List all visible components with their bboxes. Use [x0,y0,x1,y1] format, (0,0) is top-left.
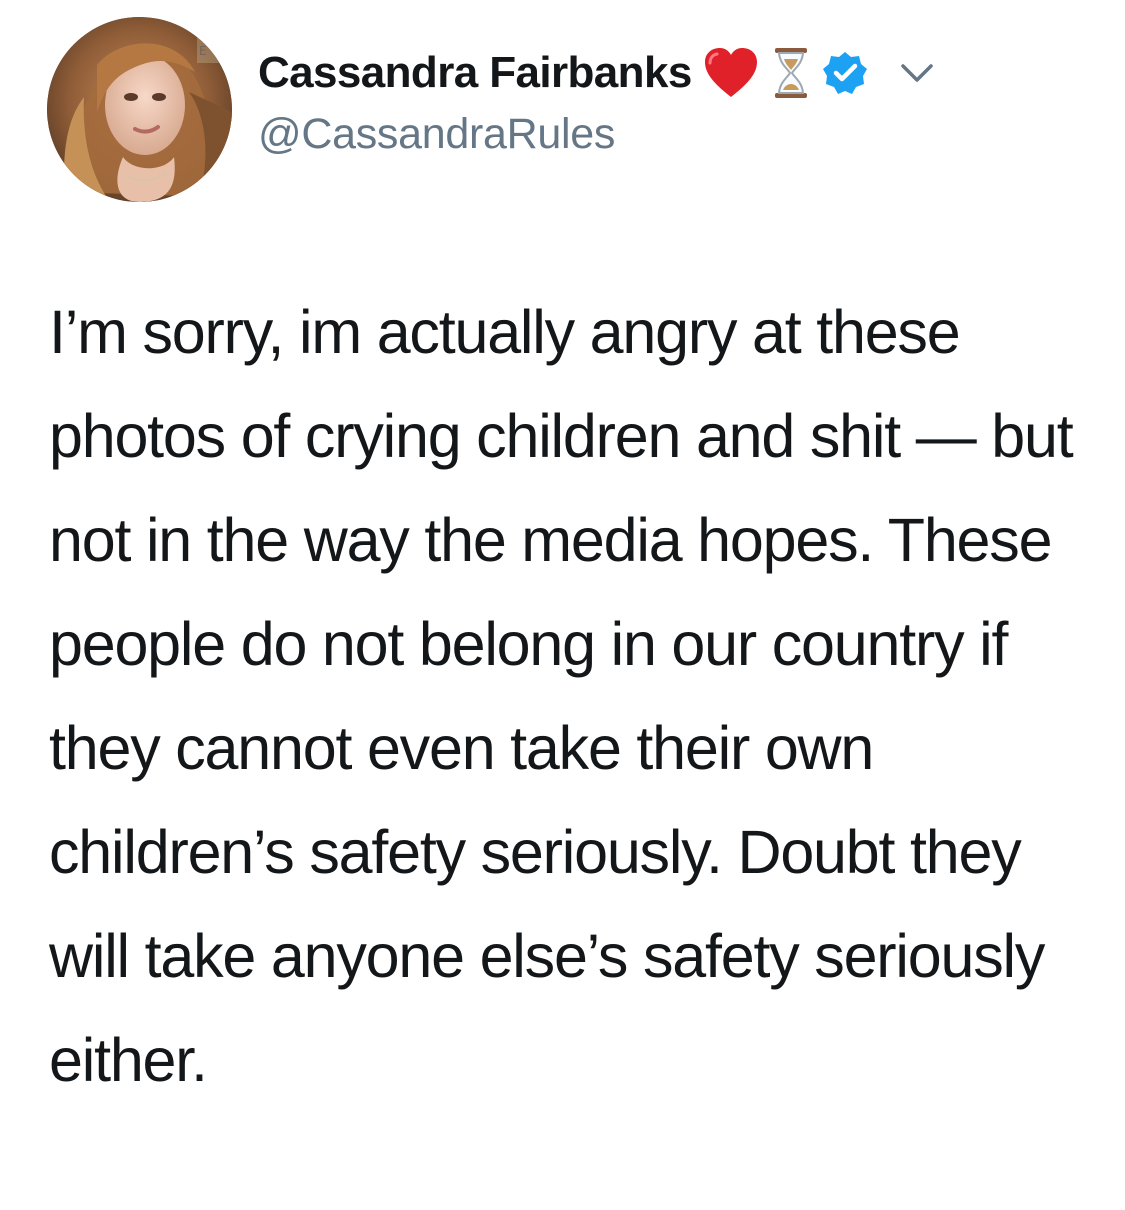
avatar-image: E [47,17,232,202]
display-name[interactable]: Cassandra Fairbanks [258,48,692,98]
tweet-card: E Cassandra Fairbanks @CassandraRules I’… [0,0,1125,1210]
tweet-text: I’m sorry, im actually angry at these ph… [49,298,1074,1094]
avatar[interactable]: E [47,17,232,202]
hourglass-icon [770,45,812,101]
red-heart-icon [702,46,760,100]
name-row: Cassandra Fairbanks [258,42,1088,104]
chevron-down-icon[interactable] [900,60,934,86]
svg-text:E: E [199,44,207,58]
verified-badge-icon [822,50,868,96]
tweet-header: Cassandra Fairbanks @CassandraRules [258,42,1088,172]
username-handle[interactable]: @CassandraRules [258,110,1088,159]
